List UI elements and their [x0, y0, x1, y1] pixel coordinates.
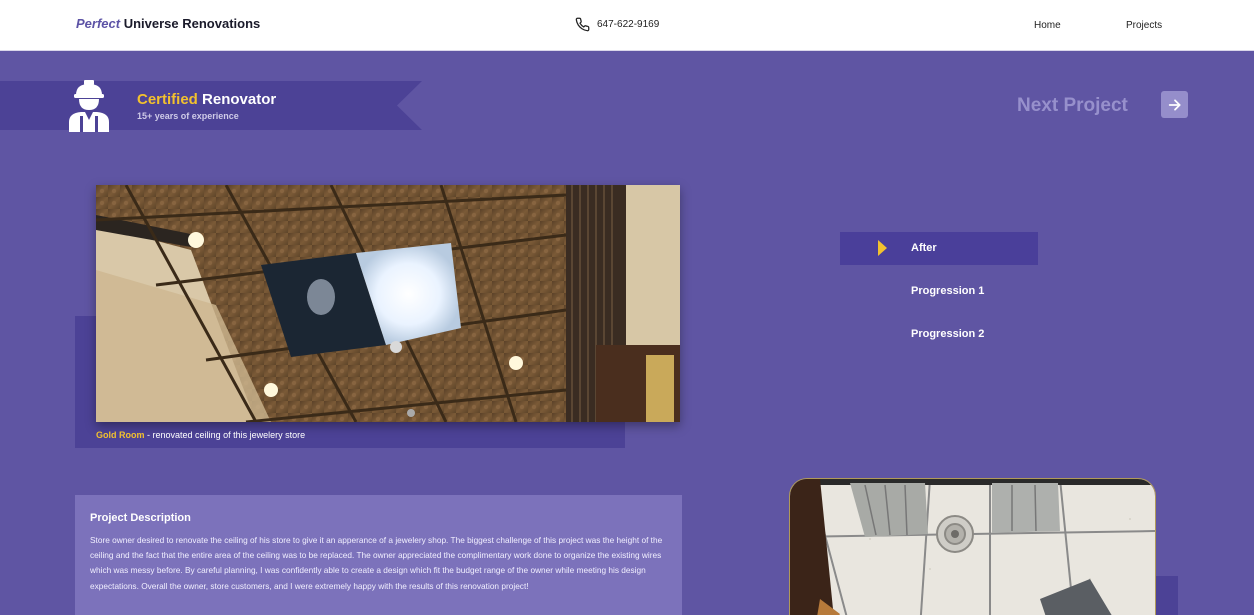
tab-label: After [911, 242, 937, 254]
description-title: Project Description [90, 512, 191, 524]
gold-ceiling-image [96, 185, 680, 422]
tab-progression-1[interactable]: Progression 1 [840, 275, 1038, 308]
tab-label: Progression 1 [911, 285, 985, 297]
brand-prefix: Perfect [76, 16, 121, 31]
nav-home-link[interactable]: Home [1034, 20, 1061, 31]
phone-number: 647-622-9169 [597, 19, 660, 30]
nav-projects-link[interactable]: Projects [1126, 20, 1162, 31]
project-photo-after[interactable] [96, 185, 680, 422]
active-tab-marker-icon [878, 240, 887, 256]
next-project-link[interactable]: Next Project [1017, 95, 1128, 117]
construction-worker-icon [69, 80, 109, 132]
before-ceiling-image [790, 479, 1155, 615]
arrow-right-icon [1168, 98, 1181, 111]
tab-after[interactable]: After [840, 232, 1038, 265]
brand-name: Universe Renovations [123, 16, 261, 31]
brand-logo[interactable]: Perfect Universe Renovations [76, 16, 260, 31]
tab-progression-2[interactable]: Progression 2 [840, 318, 1038, 351]
caption-text: renovated ceiling of this jewelery store [152, 430, 306, 440]
project-photo-before[interactable] [789, 478, 1156, 615]
photo-caption: Gold Room - renovated ceiling of this je… [96, 430, 305, 440]
experience-subtitle: 15+ years of experience [137, 111, 239, 121]
description-body: Store owner desired to renovate the ceil… [90, 535, 663, 591]
certified-title: Certified Renovator [137, 91, 276, 108]
caption-separator: - [147, 430, 151, 440]
certified-rest: Renovator [202, 91, 277, 108]
certified-highlight: Certified [137, 91, 198, 108]
top-navbar: Perfect Universe Renovations 647-622-916… [0, 0, 1254, 51]
project-description-card: Project Description Store owner desired … [75, 495, 682, 615]
next-project-button[interactable] [1161, 91, 1188, 118]
phone-contact[interactable]: 647-622-9169 [575, 17, 659, 32]
phone-icon [575, 17, 590, 32]
caption-title: Gold Room [96, 430, 145, 440]
tab-label: Progression 2 [911, 328, 985, 340]
